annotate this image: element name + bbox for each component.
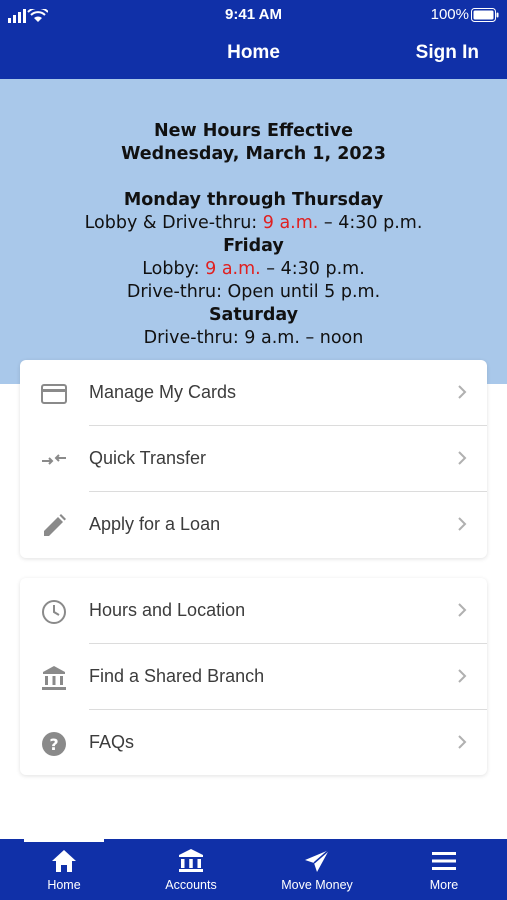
friday-lobby-hours: Lobby: 9 a.m. – 4:30 p.m. [142, 259, 365, 279]
friday-heading: Friday [223, 236, 284, 256]
chevron-right-icon [458, 603, 467, 617]
menu-item-label: Hours and Location [89, 600, 246, 620]
menu-item-label: Find a Shared Branch [89, 666, 265, 686]
sign-in-button[interactable]: Sign In [416, 42, 479, 64]
saturday-drive-hours: Drive-thru: 9 a.m. – noon [143, 328, 364, 348]
menu-item-quick-transfer[interactable]: Quick Transfer [20, 426, 487, 492]
hamburger-menu-icon [432, 852, 456, 870]
tab-accounts[interactable]: Accounts [141, 839, 241, 900]
tab-label: Move Money [281, 878, 353, 892]
bottom-tab-bar: Home Accounts Move Money More [0, 839, 507, 900]
menu-item-label: Apply for a Loan [89, 514, 221, 534]
battery-icon [471, 8, 499, 22]
chevron-right-icon [458, 669, 467, 683]
notice-title: New Hours Effective [153, 121, 354, 141]
status-bar: 9:41 AM 100% [0, 0, 507, 28]
menu-item-hours-location[interactable]: Hours and Location [20, 578, 487, 644]
menu-card-secondary: Hours and Location Find a Shared Branch … [20, 578, 487, 775]
mon-thu-hours: Lobby & Drive-thru: 9 a.m. – 4:30 p.m. [84, 213, 423, 233]
menu-item-label: Quick Transfer [89, 448, 207, 468]
tab-move-money[interactable]: Move Money [267, 839, 367, 900]
paper-plane-icon [305, 849, 330, 872]
menu-item-apply-loan[interactable]: Apply for a Loan [20, 492, 487, 558]
menu-card-primary: Manage My Cards Quick Transfer Apply for… [20, 360, 487, 558]
friday-drive-hours: Drive-thru: Open until 5 p.m. [126, 282, 381, 302]
bank-icon [179, 849, 203, 872]
tab-label: Accounts [165, 878, 217, 892]
pencil-icon [44, 514, 66, 536]
tab-label: More [429, 878, 459, 892]
chevron-right-icon [458, 385, 467, 399]
svg-text:?: ? [49, 735, 58, 754]
menu-item-faqs[interactable]: ? FAQs [20, 710, 487, 776]
menu-item-manage-cards[interactable]: Manage My Cards [20, 360, 487, 426]
clock-icon [42, 600, 66, 624]
help-circle-icon: ? [42, 732, 66, 756]
menu-item-label: FAQs [89, 732, 135, 752]
saturday-heading: Saturday [208, 305, 299, 325]
battery-percent: 100% [430, 6, 469, 23]
tab-more[interactable]: More [394, 839, 494, 900]
notice-date: Wednesday, March 1, 2023 [121, 144, 386, 164]
credit-card-icon [41, 384, 67, 404]
tab-label: Home [47, 878, 81, 892]
tab-home[interactable]: Home [14, 839, 114, 900]
hours-notice-text: New Hours Effective Wednesday, March 1, … [0, 120, 507, 350]
bank-icon [42, 666, 66, 690]
chevron-right-icon [458, 735, 467, 749]
chevron-right-icon [458, 451, 467, 465]
menu-item-label: Manage My Cards [89, 382, 237, 402]
menu-item-shared-branch[interactable]: Find a Shared Branch [20, 644, 487, 710]
home-icon [52, 850, 76, 872]
transfer-arrows-icon [42, 454, 66, 465]
mon-thu-heading: Monday through Thursday [123, 190, 384, 210]
top-bar: 9:41 AM 100% Home Sign In [0, 0, 507, 79]
chevron-right-icon [458, 517, 467, 531]
hours-notice-banner: New Hours Effective Wednesday, March 1, … [0, 79, 507, 384]
